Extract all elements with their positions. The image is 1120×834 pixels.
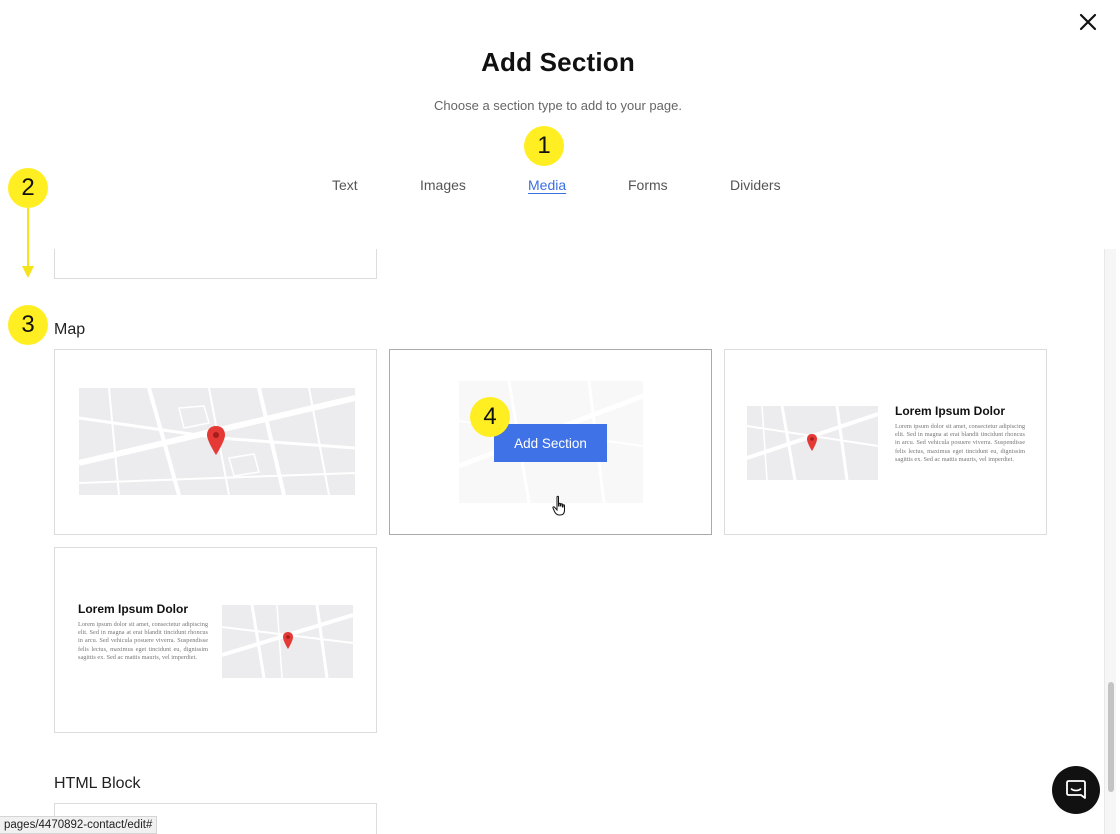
tab-forms[interactable]: Forms [628,177,668,193]
tab-dividers[interactable]: Dividers [730,177,781,193]
chat-button[interactable] [1052,766,1100,814]
media-card-partial[interactable] [54,249,377,279]
close-button[interactable] [1074,8,1102,36]
scrollbar[interactable] [1104,249,1116,834]
map-thumbnail [79,388,355,495]
map-thumbnail [747,406,878,480]
map-card-full[interactable] [54,349,377,535]
close-icon [1079,13,1097,31]
card-heading: Lorem Ipsum Dolor [895,404,1006,418]
annotation-badge-4: 4 [470,397,510,437]
map-thumbnail [222,605,353,678]
chat-icon [1066,780,1086,799]
hand-cursor-icon [552,495,565,516]
card-heading: Lorem Ipsum Dolor [78,602,189,616]
tab-media[interactable]: Media [528,177,566,193]
card-body-text: Lorem ipsum dolor sit amet, consectetur … [895,423,1025,463]
card-body-text: Lorem ipsum dolor sit amet, consectetur … [78,621,208,661]
map-card-map-left[interactable]: Lorem Ipsum Dolor Lorem ipsum dolor sit … [724,349,1047,535]
status-bar-url: pages/4470892-contact/edit# [0,816,158,834]
tab-text[interactable]: Text [332,177,358,193]
section-label-html-block: HTML Block [54,775,141,792]
modal-subtitle: Choose a section type to add to your pag… [434,98,682,113]
map-card-map-right[interactable]: Lorem Ipsum Dolor Lorem ipsum dolor sit … [54,547,377,733]
modal-title: Add Section [481,47,635,77]
tab-images[interactable]: Images [420,177,466,193]
annotation-badge-3: 3 [8,305,48,345]
section-label-map: Map [54,321,86,338]
annotation-badge-1: 1 [524,126,564,166]
add-section-button[interactable]: Add Section [494,424,607,462]
section-type-tabs: Text Images Media Forms Dividers [0,177,1116,197]
section-list[interactable]: Map Lorem Ipsum Dolor Lorem ipsum dolor … [0,249,1104,834]
annotation-badge-2: 2 [8,168,48,208]
scrollbar-thumb[interactable] [1108,682,1114,792]
